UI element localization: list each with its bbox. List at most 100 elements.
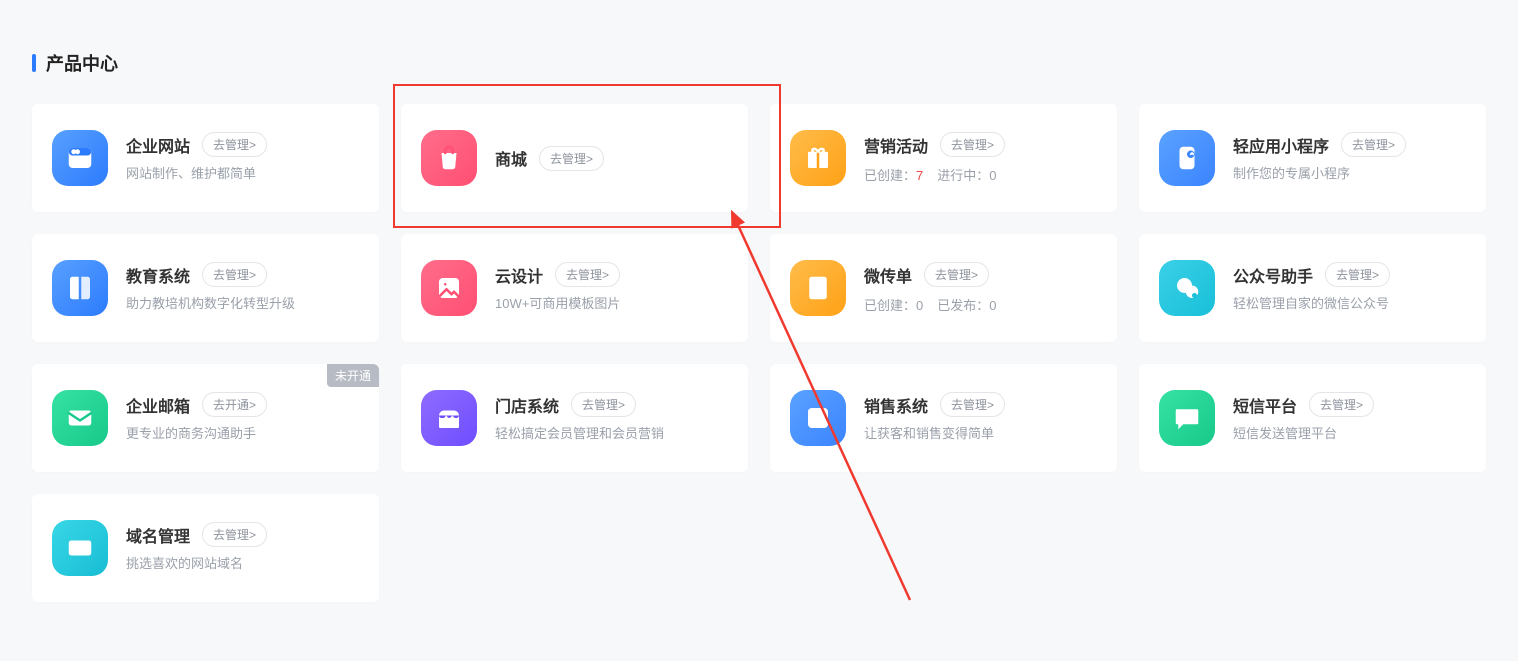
- product-card-mall[interactable]: 商城去管理>: [401, 104, 748, 212]
- product-card-miniapp[interactable]: 轻应用小程序去管理> 制作您的专属小程序: [1139, 104, 1486, 212]
- app-icon: [1159, 130, 1215, 186]
- card-title: 轻应用小程序: [1233, 133, 1329, 157]
- card-subtitle: 轻松搞定会员管理和会员营销: [495, 425, 728, 443]
- card-stat-label: 已创建：: [864, 298, 916, 313]
- product-card-domain[interactable]: W. 域名管理去管理> 挑选喜欢的网站域名: [32, 494, 379, 602]
- section-title-bar: [32, 54, 36, 72]
- store-icon: [421, 390, 477, 446]
- product-card-sms[interactable]: 短信平台去管理>短信发送管理平台: [1139, 364, 1486, 472]
- card-title-row: 短信平台去管理>: [1233, 392, 1466, 417]
- card-title-row: 轻应用小程序去管理>: [1233, 132, 1466, 157]
- manage-button[interactable]: 去管理>: [1325, 262, 1390, 287]
- card-stats: 已创建：0已发布：0: [864, 295, 1097, 314]
- manage-button[interactable]: 去管理>: [924, 262, 989, 287]
- product-card-wechat[interactable]: 公众号助手去管理> 轻松管理自家的微信公众号: [1139, 234, 1486, 342]
- product-card-mail[interactable]: 企业邮箱去开通>更专业的商务沟通助手 未开通: [32, 364, 379, 472]
- product-card-store[interactable]: 门店系统去管理> 轻松搞定会员管理和会员营销: [401, 364, 748, 472]
- section-title-text: 产品中心: [46, 50, 118, 76]
- book-icon: [52, 260, 108, 316]
- card-title: 微传单: [864, 263, 912, 287]
- mail-icon: [52, 390, 108, 446]
- manage-button[interactable]: 去管理>: [202, 522, 267, 547]
- card-title: 门店系统: [495, 393, 559, 417]
- product-grid: 企业网站去管理>网站制作、维护都简单商城去管理>营销活动去管理>已创建：7进行中…: [32, 104, 1486, 602]
- open-button[interactable]: 去开通>: [202, 392, 267, 417]
- card-stats: 已创建：7 进行中：0: [864, 165, 1097, 184]
- card-title-row: 企业邮箱去开通>: [126, 392, 359, 417]
- card-stat-label: 已创建：: [864, 168, 916, 183]
- product-card-design[interactable]: 云设计去管理> 10W+可商用模板图片: [401, 234, 748, 342]
- card-stat: 已发布：0: [937, 295, 996, 314]
- list-icon: [790, 390, 846, 446]
- image-icon: [421, 260, 477, 316]
- card-title: 短信平台: [1233, 393, 1297, 417]
- wechat-icon: [1159, 260, 1215, 316]
- manage-button[interactable]: 去管理>: [571, 392, 636, 417]
- card-subtitle: 挑选喜欢的网站域名: [126, 555, 359, 573]
- card-stat-label: 已发布：: [937, 298, 989, 313]
- card-body: 微传单去管理>已创建：0已发布：0: [864, 262, 1097, 314]
- manage-button[interactable]: 去管理>: [940, 392, 1005, 417]
- manage-button[interactable]: 去管理>: [555, 262, 620, 287]
- page-icon: [790, 260, 846, 316]
- product-card-marketing[interactable]: 营销活动去管理> 已创建：7 进行中：0: [770, 104, 1117, 212]
- card-stat: 已创建：7: [864, 165, 923, 184]
- card-title-row: 企业网站去管理>: [126, 132, 359, 157]
- card-title: 公众号助手: [1233, 263, 1313, 287]
- card-stat-value: 0: [916, 298, 923, 313]
- product-card-sales[interactable]: 销售系统去管理> 让获客和销售变得简单: [770, 364, 1117, 472]
- manage-button[interactable]: 去管理>: [1309, 392, 1374, 417]
- card-title-row: 商城去管理>: [495, 146, 728, 171]
- card-title-row: 域名管理去管理>: [126, 522, 359, 547]
- card-title-row: 销售系统去管理>: [864, 392, 1097, 417]
- card-title-row: 营销活动去管理>: [864, 132, 1097, 157]
- card-body: 门店系统去管理> 轻松搞定会员管理和会员营销: [495, 392, 728, 443]
- manage-button[interactable]: 去管理>: [202, 262, 267, 287]
- card-stat-value: 0: [989, 168, 996, 183]
- card-stat: 进行中：0: [937, 165, 996, 184]
- manage-button[interactable]: 去管理>: [202, 132, 267, 157]
- card-body: 商城去管理>: [495, 146, 728, 171]
- card-body: 云设计去管理> 10W+可商用模板图片: [495, 262, 728, 313]
- card-subtitle: 助力教培机构数字化转型升级: [126, 295, 359, 313]
- card-body: 营销活动去管理> 已创建：7 进行中：0: [864, 132, 1097, 184]
- card-subtitle: 轻松管理自家的微信公众号: [1233, 295, 1466, 313]
- card-body: 企业邮箱去开通>更专业的商务沟通助手: [126, 392, 359, 443]
- card-title: 教育系统: [126, 263, 190, 287]
- card-title: 企业邮箱: [126, 393, 190, 417]
- card-body: 企业网站去管理> 网站制作、维护都简单: [126, 132, 359, 183]
- card-title-row: 公众号助手去管理>: [1233, 262, 1466, 287]
- card-body: 销售系统去管理> 让获客和销售变得简单: [864, 392, 1097, 443]
- manage-button[interactable]: 去管理>: [539, 146, 604, 171]
- card-title: 销售系统: [864, 393, 928, 417]
- chat-icon: [1159, 390, 1215, 446]
- card-stat-value: 7: [916, 168, 923, 183]
- bag-icon: [421, 130, 477, 186]
- card-title: 营销活动: [864, 133, 928, 157]
- card-title: 云设计: [495, 263, 543, 287]
- card-stat-label: 进行中：: [937, 168, 989, 183]
- card-subtitle: 制作您的专属小程序: [1233, 165, 1466, 183]
- card-title-row: 微传单去管理>: [864, 262, 1097, 287]
- product-card-website[interactable]: 企业网站去管理> 网站制作、维护都简单: [32, 104, 379, 212]
- card-title-row: 云设计去管理>: [495, 262, 728, 287]
- card-title: 商城: [495, 146, 527, 170]
- manage-button[interactable]: 去管理>: [940, 132, 1005, 157]
- card-stat: 已创建：0: [864, 295, 923, 314]
- card-stat-value: 0: [989, 298, 996, 313]
- product-card-flyer[interactable]: 微传单去管理>已创建：0已发布：0: [770, 234, 1117, 342]
- card-subtitle: 网站制作、维护都简单: [126, 165, 359, 183]
- card-subtitle: 10W+可商用模板图片: [495, 295, 728, 313]
- manage-button[interactable]: 去管理>: [1341, 132, 1406, 157]
- card-title-row: 教育系统去管理>: [126, 262, 359, 287]
- card-body: 公众号助手去管理> 轻松管理自家的微信公众号: [1233, 262, 1466, 313]
- product-card-edu[interactable]: 教育系统去管理> 助力教培机构数字化转型升级: [32, 234, 379, 342]
- not-opened-badge: 未开通: [327, 364, 379, 387]
- section-title: 产品中心: [32, 50, 1486, 76]
- svg-text:W.: W.: [73, 544, 83, 554]
- card-title-row: 门店系统去管理>: [495, 392, 728, 417]
- card-body: 域名管理去管理> 挑选喜欢的网站域名: [126, 522, 359, 573]
- domain-icon: W.: [52, 520, 108, 576]
- card-subtitle: 让获客和销售变得简单: [864, 425, 1097, 443]
- gift-icon: [790, 130, 846, 186]
